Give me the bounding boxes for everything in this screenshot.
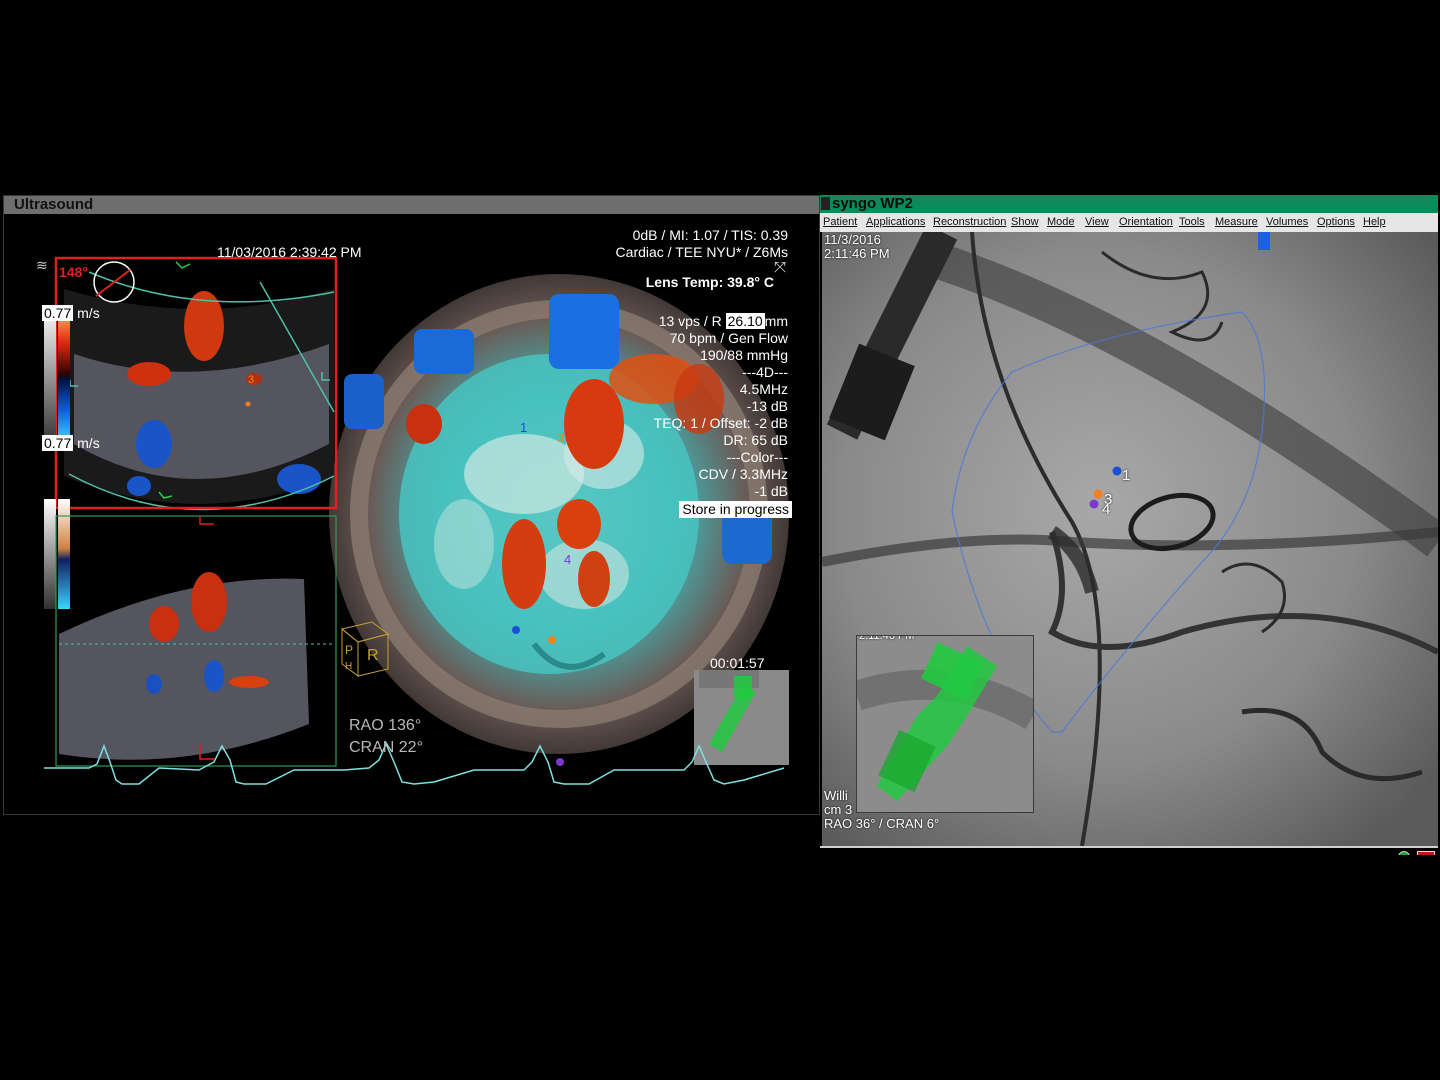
- settings-line-2: ---4D---: [742, 364, 788, 380]
- inset-time: 2:11:46 PM: [859, 635, 915, 642]
- volume-marker-4: 4: [564, 552, 572, 567]
- lens-temp: Lens Temp: 39.8° C: [645, 274, 774, 290]
- menu-measure[interactable]: Measure: [1215, 215, 1258, 229]
- syngo-titlebar[interactable]: syngo WP2: [820, 195, 1438, 213]
- scale-cm: cm 3: [824, 802, 853, 817]
- settings-line-8: CDV / 3.3MHz: [698, 466, 788, 482]
- ultrasound-titlebar[interactable]: Ultrasound: [4, 196, 819, 214]
- clip-thumbnail[interactable]: [694, 670, 789, 765]
- cube-letter-h: H: [345, 661, 352, 672]
- settings-line-6: DR: 65 dB: [723, 432, 788, 448]
- mi-tis-readout: 0dB / MI: 1.07 / TIS: 0.39: [632, 227, 788, 243]
- syngo-window: syngo WP2 Patient Applications Reconstru…: [820, 195, 1438, 855]
- volume-marker-dot-3: [548, 636, 556, 644]
- marker-dot-4: [1089, 499, 1099, 509]
- menu-view[interactable]: View: [1085, 215, 1109, 229]
- settings-line-3: 4.5MHz: [739, 381, 788, 397]
- ultrasound-title: Ultrasound: [14, 196, 94, 213]
- menu-options[interactable]: Options: [1317, 215, 1355, 229]
- menu-mode[interactable]: Mode: [1047, 215, 1075, 229]
- depth-unit: mm: [764, 313, 788, 329]
- velocity-scale-top-value: 0.77: [42, 305, 74, 321]
- velocity-scale-bottom-unit: m/s: [77, 435, 100, 451]
- marker-label-4: 4: [1102, 501, 1111, 518]
- settings-line-7: ---Color---: [726, 449, 788, 465]
- gray-scale-bar-2: [44, 499, 56, 609]
- marker-3-label: 3: [248, 374, 255, 386]
- velocity-scale-bottom: 0.77 m/s: [42, 435, 100, 452]
- menu-applications[interactable]: Applications: [866, 215, 925, 229]
- cran-angle: CRAN 22°: [349, 739, 423, 756]
- menu-orientation[interactable]: Orientation: [1119, 215, 1173, 229]
- inset-graphics: [857, 642, 1033, 801]
- marker-dot-1: [1112, 466, 1122, 476]
- velocity-color-bar: [58, 306, 70, 446]
- ultrasound-timestamp: 11/03/2016 2:39:42 PM: [217, 244, 362, 260]
- inset-view[interactable]: 2:11:46 PM: [856, 635, 1034, 813]
- menu-patient[interactable]: Patient: [823, 215, 857, 229]
- study-time: 2:11:46 PM: [824, 246, 890, 261]
- menu-bar: Patient Applications Reconstruction Show…: [820, 213, 1438, 232]
- vps-prefix: 13 vps / R: [658, 313, 722, 329]
- system-menu-icon[interactable]: [821, 197, 830, 210]
- marker-label-1: 1: [1122, 467, 1131, 484]
- cube-letter-p: P: [345, 643, 353, 657]
- settings-line-4: -13 dB: [746, 398, 788, 414]
- volume-marker-dot-4: [556, 758, 564, 766]
- clip-time: 00:01:57: [710, 655, 765, 671]
- menu-tools[interactable]: Tools: [1179, 215, 1205, 229]
- status-bar: [820, 846, 1438, 855]
- orientation-tag: [1258, 232, 1270, 250]
- cube-letter-r: R: [367, 647, 379, 664]
- marker-dot-3: [1093, 489, 1103, 499]
- menu-reconstruction[interactable]: Reconstruction: [933, 215, 1006, 229]
- menu-volumes[interactable]: Volumes: [1266, 215, 1308, 229]
- velocity-scale-bottom-value: 0.77: [42, 435, 74, 451]
- menu-help[interactable]: Help: [1363, 215, 1386, 229]
- expand-icon[interactable]: ⤧: [774, 260, 790, 276]
- menu-show[interactable]: Show: [1011, 215, 1039, 229]
- alert-icon[interactable]: [1417, 851, 1435, 855]
- syngo-title: syngo WP2: [832, 195, 913, 212]
- velocity-scale-top: 0.77 m/s: [42, 305, 100, 322]
- volume-marker-3: 3: [557, 430, 565, 445]
- c-arm-angle: RAO 36° / CRAN 6°: [824, 816, 940, 831]
- settings-line-0: 70 bpm / Gen Flow: [669, 330, 788, 346]
- fluoroscopy-view[interactable]: 11/3/2016 2:11:46 PM 1 3 4 2:11:46 PM Wi…: [822, 232, 1438, 846]
- rao-angle: RAO 136°: [349, 717, 422, 734]
- settings-line-5: TEQ: 1 / Offset: -2 dB: [653, 415, 788, 431]
- study-date: 11/3/2016: [824, 232, 881, 247]
- settings-line-9: -1 dB: [754, 483, 788, 499]
- ultrasound-window: Ultrasound R P H 11/03/2016 2:39:42 PM ≋…: [3, 195, 820, 815]
- velocity-scale-top-unit: m/s: [77, 305, 100, 321]
- volume-marker-dot-1: [512, 626, 520, 634]
- depth-value[interactable]: 26.10: [725, 313, 765, 329]
- bottom-2d-view: [55, 515, 337, 767]
- wave-icon[interactable]: ≋: [36, 258, 50, 272]
- gray-scale-bar: [44, 306, 56, 446]
- vps-readout: 13 vps / R 26.10 mm: [659, 313, 788, 330]
- store-status: Store in progress: [679, 501, 792, 518]
- patient-name: Willi: [824, 788, 848, 803]
- sector-angle: 148°: [59, 264, 88, 280]
- preset-readout: Cardiac / TEE NYU* / Z6Ms: [615, 244, 788, 260]
- volume-marker-1: 1: [520, 420, 528, 435]
- settings-line-1: 190/88 mmHg: [700, 347, 788, 363]
- top-2d-view: [54, 256, 338, 511]
